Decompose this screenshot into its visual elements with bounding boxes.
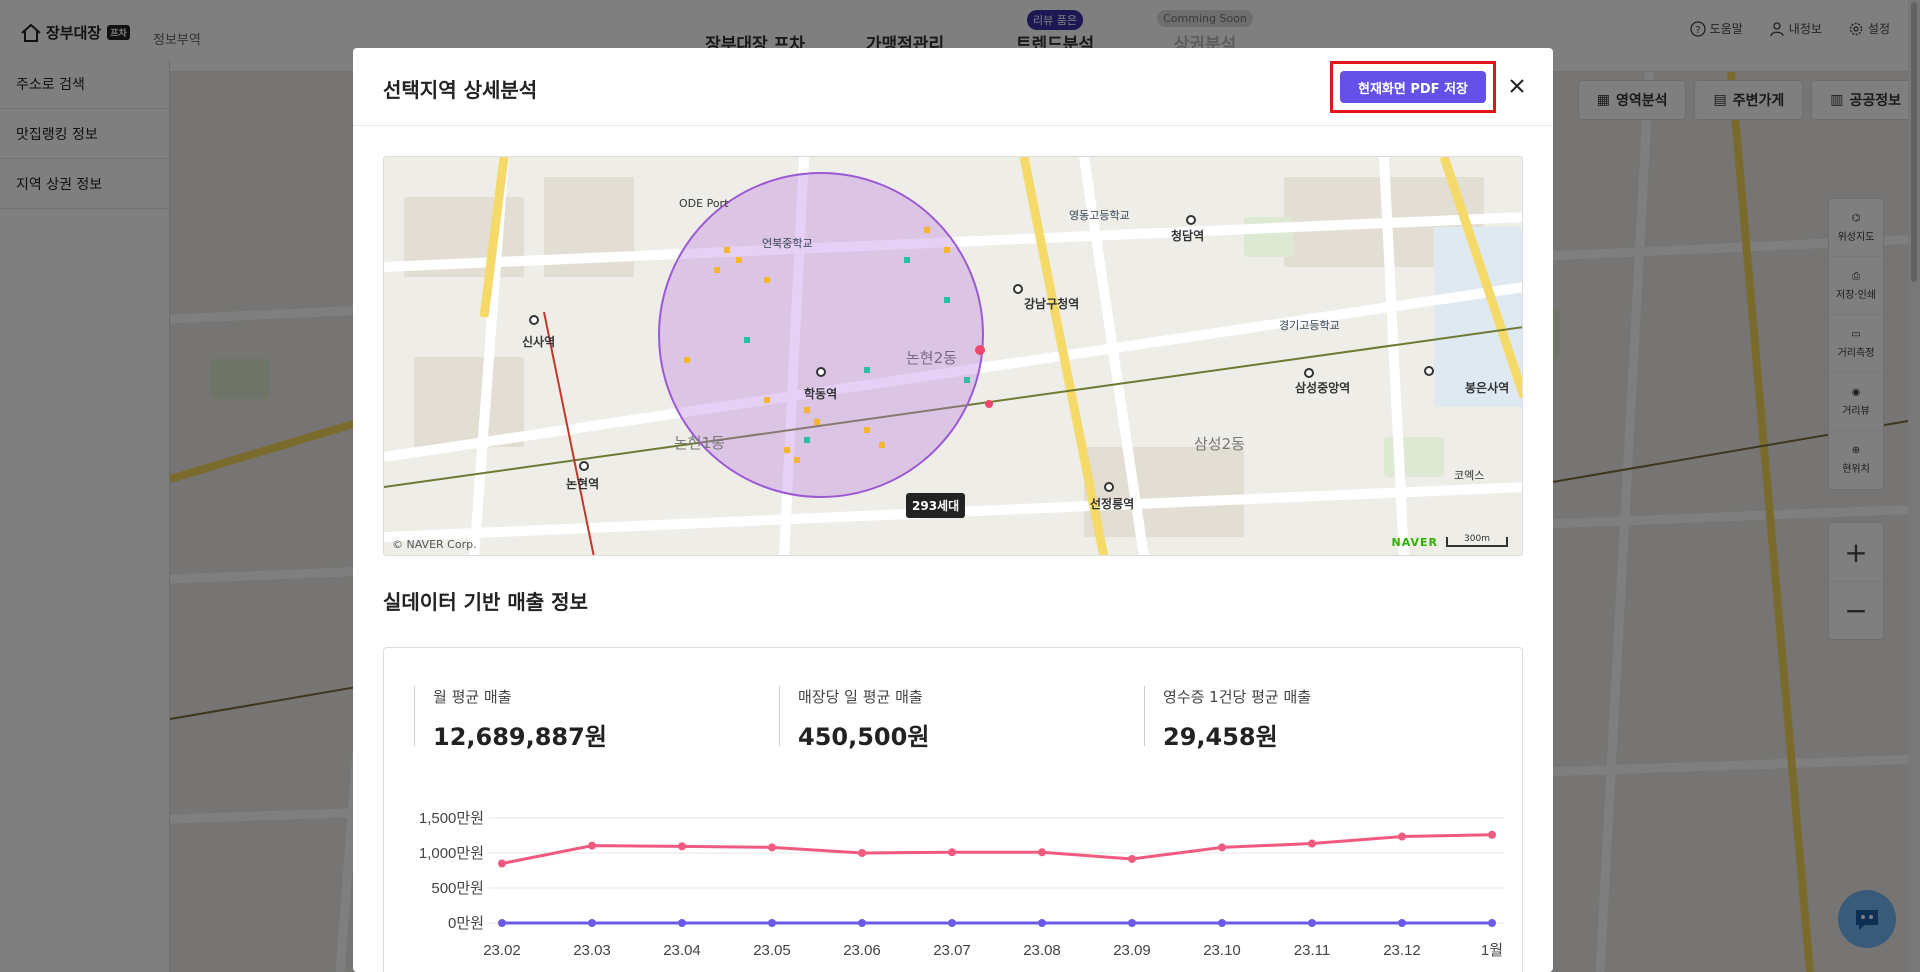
chart-data-point <box>678 919 686 927</box>
map-place-label: 논현1동 <box>674 434 725 452</box>
close-icon <box>1510 79 1524 93</box>
chart-data-point <box>768 843 776 852</box>
app-root: 장부대장 프차 정보부역 장부대장 프차 가맹점관리 리뷰 품은트렌드분석 Co… <box>0 0 1920 972</box>
modal-title: 선택지역 상세분석 <box>383 78 538 102</box>
chart-x-tick-label: 23.07 <box>933 942 971 959</box>
chart-x-tick-label: 23.10 <box>1203 942 1241 959</box>
chart-x-tick-label: 23.04 <box>663 942 701 959</box>
chart-y-tick-label: 0만원 <box>448 915 484 932</box>
chart-series-line <box>501 833 1493 865</box>
chart-data-point <box>1218 843 1226 852</box>
chart-data-point <box>1398 832 1406 841</box>
map-place-label: 코엑스 <box>1454 469 1485 482</box>
chart-x-tick-label: 1월 <box>1481 942 1503 959</box>
map-place-label: 강남구청역 <box>1024 297 1080 311</box>
selected-area-map[interactable]: 신사역 학동역 논현역 논현2동 논현1동 강남구청역 청담역 삼성중앙역 선정… <box>383 156 1523 556</box>
chart-x-tick-label: 23.09 <box>1113 942 1151 959</box>
map-place-label: 신사역 <box>522 335 556 349</box>
chart-data-point <box>1038 919 1046 927</box>
map-place-label: 청담역 <box>1171 229 1205 243</box>
chart-data-point <box>1128 919 1136 927</box>
chart-data-point <box>1488 830 1496 839</box>
chart-x-tick-label: 23.11 <box>1294 942 1330 959</box>
map-place-label: 언북중학교 <box>762 237 813 250</box>
chart-data-point <box>1308 919 1316 927</box>
chart-data-point <box>1218 919 1226 927</box>
map-place-label: 경기고등학교 <box>1279 319 1340 332</box>
map-place-label: 학동역 <box>804 387 838 401</box>
stat-value: 12,689,887원 <box>433 723 607 751</box>
map-place-label: ODE Port <box>679 197 729 210</box>
chart-data-point <box>858 849 866 857</box>
stat-value: 450,500원 <box>798 723 930 751</box>
map-place-label: 선정릉역 <box>1090 497 1135 511</box>
pdf-button-highlight: 현재화면 PDF 저장 <box>1330 61 1496 113</box>
map-place-label: 논현2동 <box>906 349 957 367</box>
chart-data-point <box>498 919 506 927</box>
sales-stats: 월 평균 매출 12,689,887원 매장당 일 평균 매출 450,500원… <box>414 686 1509 751</box>
stat-value: 29,458원 <box>1163 723 1278 751</box>
chart-data-point <box>678 842 686 851</box>
chart-data-point <box>858 919 866 927</box>
chart-data-point <box>1488 919 1496 927</box>
chart-data-point <box>588 841 596 850</box>
chart-data-point <box>1038 848 1046 857</box>
chart-data-point <box>498 859 506 868</box>
chart-data-point <box>1128 854 1136 863</box>
chart-data-point <box>1308 839 1316 848</box>
chart-x-tick-label: 23.02 <box>483 942 521 959</box>
household-count-label: 293세대 <box>906 493 966 518</box>
close-button[interactable] <box>1503 72 1531 100</box>
chart-data-point <box>948 848 956 857</box>
naver-logo: NAVER <box>1391 536 1438 549</box>
map-place-label: 삼성2동 <box>1194 435 1245 453</box>
chart-data-point <box>948 919 956 927</box>
sales-section-title: 실데이터 기반 매출 정보 <box>383 590 588 614</box>
chart-y-tick-label: 500만원 <box>431 880 484 897</box>
chart-data-point <box>1398 919 1406 927</box>
stat-label: 매장당 일 평균 매출 <box>798 688 923 706</box>
chart-data-point <box>768 919 776 927</box>
map-place-label: 영동고등학교 <box>1069 209 1130 222</box>
chart-data-point <box>588 919 596 927</box>
map-place-label: 삼성중앙역 <box>1295 381 1351 395</box>
stat-label: 월 평균 매출 <box>433 688 512 706</box>
modal-header: 선택지역 상세분석 현재화면 PDF 저장 <box>353 48 1553 126</box>
map-place-label: 봉은사역 <box>1465 381 1510 395</box>
chart-x-tick-label: 23.05 <box>753 942 791 959</box>
map-place-label: 논현역 <box>566 477 600 491</box>
chart-x-tick-label: 23.12 <box>1383 942 1421 959</box>
chart-x-tick-label: 23.03 <box>573 942 611 959</box>
stat-daily-avg-per-store: 매장당 일 평균 매출 450,500원 <box>779 686 1144 751</box>
detail-analysis-modal: 선택지역 상세분석 현재화면 PDF 저장 신사역 학동역 논현역 논현2동 논… <box>353 48 1553 972</box>
chart-x-tick-label: 23.08 <box>1023 942 1061 959</box>
stat-monthly-avg: 월 평균 매출 12,689,887원 <box>414 686 779 751</box>
chart-y-tick-label: 1,500만원 <box>419 810 484 827</box>
save-pdf-button[interactable]: 현재화면 PDF 저장 <box>1340 71 1486 103</box>
map-scale: 300m <box>1446 535 1508 547</box>
stat-label: 영수증 1건당 평균 매출 <box>1163 688 1312 706</box>
sales-card: 월 평균 매출 12,689,887원 매장당 일 평균 매출 450,500원… <box>383 647 1523 972</box>
map-copyright: © NAVER Corp. <box>392 538 477 551</box>
stat-avg-per-receipt: 영수증 1건당 평균 매출 29,458원 <box>1144 686 1509 751</box>
chart-x-tick-label: 23.06 <box>843 942 881 959</box>
chart-y-tick-label: 1,000만원 <box>419 845 484 862</box>
sales-line-chart: 0만원 500만원 1,000만원 1,500만원 23.02 23.03 23.04 23.… <box>419 810 1504 959</box>
